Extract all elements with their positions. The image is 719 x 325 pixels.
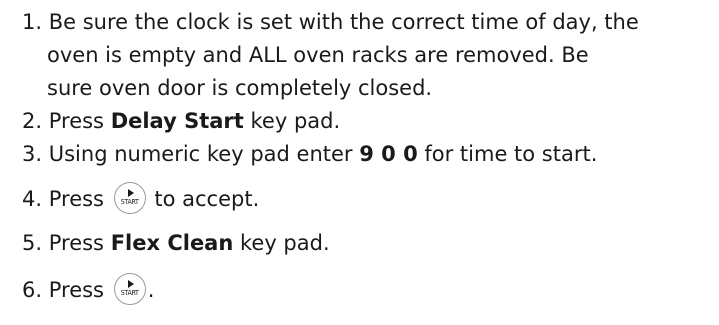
step-text-pre: Press: [48, 109, 111, 133]
start-key-icon: START: [113, 182, 146, 214]
start-key-icon: START: [113, 273, 146, 305]
step-number: 6.: [22, 278, 43, 302]
step-1: 1. Be sure the clock is set with the cor…: [22, 6, 715, 105]
step-number: 4.: [22, 187, 43, 211]
step-text-pre: Using numeric key pad enter: [48, 142, 360, 166]
step-text-pre: Press: [48, 278, 111, 302]
step-text-post: to accept.: [147, 187, 260, 211]
step-2: 2. Press Delay Start key pad.: [22, 105, 715, 138]
step-text-line-1: Be sure the clock is set with the correc…: [48, 10, 639, 34]
step-number: 1.: [22, 10, 43, 34]
step-text-post: key pad.: [233, 231, 330, 255]
step-text-line-3: sure oven door is completely closed.: [47, 76, 433, 100]
step-4: 4. Press START to accept.: [22, 182, 715, 216]
instruction-steps: 1. Be sure the clock is set with the cor…: [0, 0, 719, 325]
step-6: 6. Press START.: [22, 273, 715, 307]
step-5: 5. Press Flex Clean key pad.: [22, 227, 715, 260]
step-3: 3. Using numeric key pad enter 9 0 0 for…: [22, 138, 715, 171]
step-text-pre: Press: [48, 187, 111, 211]
step-text-post: key pad.: [243, 109, 341, 133]
step-text-line-2: oven is empty and ALL oven racks are rem…: [47, 43, 589, 67]
play-triangle-icon: [127, 280, 134, 288]
step-text-post: for time to start.: [417, 142, 598, 166]
key-name-flex-clean: Flex Clean: [110, 231, 234, 255]
step-text-post: .: [147, 278, 155, 302]
step-text-pre: Press: [48, 231, 111, 255]
start-key-label: START: [120, 289, 139, 297]
time-value: 9 0 0: [359, 142, 418, 166]
play-triangle-icon: [127, 189, 134, 197]
key-name-delay-start: Delay Start: [110, 109, 244, 133]
step-number: 5.: [22, 231, 43, 255]
step-number: 3.: [22, 142, 43, 166]
step-number: 2.: [22, 109, 43, 133]
start-key-label: START: [120, 198, 139, 206]
